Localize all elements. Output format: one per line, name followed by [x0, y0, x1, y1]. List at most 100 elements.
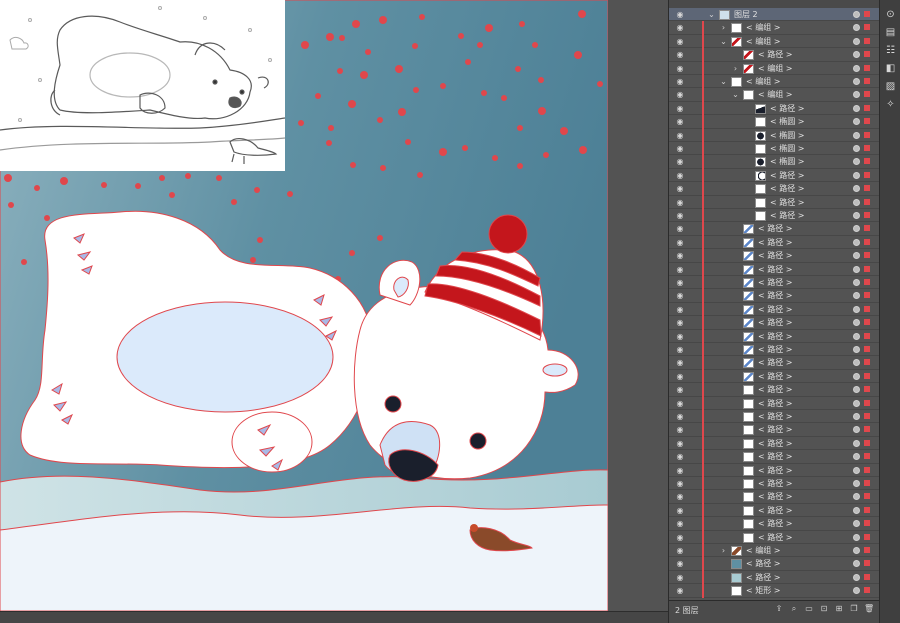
layer-row[interactable]: ◉ < 路径 >	[669, 329, 880, 344]
target-circle-icon[interactable]	[853, 439, 860, 447]
eye-icon[interactable]: ◉	[675, 90, 685, 99]
target-circle-icon[interactable]	[853, 466, 860, 474]
layer-name[interactable]: < 编组 >	[758, 88, 793, 101]
eye-icon[interactable]: ◉	[675, 412, 685, 421]
layer-name[interactable]: 图层 2	[734, 8, 758, 21]
export-icon[interactable]: ⇪	[774, 604, 784, 614]
target-circle-icon[interactable]	[853, 426, 860, 434]
lock-toggle[interactable]	[689, 249, 699, 262]
layer-name[interactable]: < 路径 >	[770, 209, 805, 222]
eye-icon[interactable]: ◉	[675, 265, 685, 274]
layer-row[interactable]: ◉ < 路径 >	[669, 557, 880, 572]
lock-toggle[interactable]	[689, 62, 699, 75]
lock-toggle[interactable]	[689, 571, 699, 584]
selection-indicator[interactable]	[864, 305, 870, 312]
selection-indicator[interactable]	[864, 292, 870, 299]
layer-row[interactable]: ◉ < 路径 >	[669, 101, 880, 116]
selection-indicator[interactable]	[864, 399, 870, 406]
eye-icon[interactable]: ◉	[675, 224, 685, 233]
layer-name[interactable]: < 路径 >	[770, 102, 805, 115]
target-circle-icon[interactable]	[853, 533, 860, 541]
layer-name[interactable]: < 路径 >	[770, 182, 805, 195]
chevron-down-icon[interactable]: ⌄	[719, 36, 728, 47]
eye-icon[interactable]: ◉	[675, 37, 685, 46]
selection-indicator[interactable]	[864, 225, 870, 232]
lock-toggle[interactable]	[689, 155, 699, 168]
layer-row[interactable]: ◉ < 路径 >	[669, 276, 880, 290]
target-circle-icon[interactable]	[853, 399, 860, 407]
lock-toggle[interactable]	[689, 343, 699, 356]
layer-row[interactable]: ◉ < 路径 >	[669, 222, 880, 237]
lock-toggle[interactable]	[689, 437, 699, 450]
selection-indicator[interactable]	[864, 252, 870, 259]
lock-toggle[interactable]	[689, 531, 699, 544]
layer-name[interactable]: < 路径 >	[746, 571, 781, 584]
lock-toggle[interactable]	[689, 222, 699, 235]
lock-toggle[interactable]	[689, 289, 699, 302]
eye-icon[interactable]: ◉	[675, 184, 685, 193]
eye-icon[interactable]: ◉	[675, 77, 685, 86]
layer-row[interactable]: ◉ › < 编组 >	[669, 544, 880, 558]
lock-toggle[interactable]	[689, 410, 699, 423]
target-circle-icon[interactable]	[853, 91, 860, 99]
lock-toggle[interactable]	[689, 209, 699, 222]
layer-name[interactable]: < 路径 >	[758, 423, 793, 436]
target-circle-icon[interactable]	[853, 185, 860, 193]
target-circle-icon[interactable]	[853, 104, 860, 112]
lock-toggle[interactable]	[689, 477, 699, 490]
target-circle-icon[interactable]	[853, 158, 860, 166]
eye-icon[interactable]: ◉	[675, 439, 685, 448]
target-circle-icon[interactable]	[853, 506, 860, 514]
eye-icon[interactable]: ◉	[675, 64, 685, 73]
eye-icon[interactable]: ◉	[675, 104, 685, 113]
selection-indicator[interactable]	[864, 185, 870, 192]
lock-toggle[interactable]	[689, 490, 699, 503]
lock-toggle[interactable]	[689, 102, 699, 115]
layer-name[interactable]: < 路径 >	[770, 196, 805, 209]
target-circle-icon[interactable]	[853, 24, 860, 32]
chevron-right-icon[interactable]: ›	[719, 545, 728, 556]
eye-icon[interactable]: ◉	[675, 251, 685, 260]
selection-indicator[interactable]	[864, 37, 870, 44]
layer-row[interactable]: ◉ < 路径 >	[669, 262, 880, 277]
selection-indicator[interactable]	[864, 560, 870, 567]
lock-toggle[interactable]	[689, 129, 699, 142]
chevron-down-icon[interactable]: ⌄	[707, 9, 716, 20]
lock-toggle[interactable]	[689, 236, 699, 249]
lock-toggle[interactable]	[689, 8, 699, 21]
layer-name[interactable]: < 编组 >	[746, 35, 781, 48]
layer-row[interactable]: ◉ < 路径 >	[669, 490, 880, 505]
target-circle-icon[interactable]	[853, 131, 860, 139]
lock-toggle[interactable]	[689, 169, 699, 182]
eye-icon[interactable]: ◉	[675, 372, 685, 381]
layer-name[interactable]: < 路径 >	[758, 370, 793, 383]
layer-row[interactable]: ◉ < 路径 >	[669, 463, 880, 478]
target-circle-icon[interactable]	[853, 453, 860, 461]
layer-name[interactable]: < 路径 >	[758, 477, 793, 490]
lock-toggle[interactable]	[689, 544, 699, 557]
target-circle-icon[interactable]	[853, 359, 860, 367]
layer-row[interactable]: ◉ < 路径 >	[669, 410, 880, 424]
layer-row[interactable]: ◉ < 路径 >	[669, 235, 880, 250]
layer-row[interactable]: ◉ < 路径 >	[669, 530, 880, 545]
eye-icon[interactable]: ◉	[675, 559, 685, 568]
eye-icon[interactable]: ◉	[675, 345, 685, 354]
lock-toggle[interactable]	[689, 21, 699, 34]
eye-icon[interactable]: ◉	[675, 479, 685, 488]
layer-name[interactable]: < 路径 >	[758, 383, 793, 396]
selection-indicator[interactable]	[864, 104, 870, 111]
bear-belly[interactable]	[116, 301, 334, 413]
duplicate-icon[interactable]: ❐	[849, 604, 859, 614]
chevron-down-icon[interactable]: ⌄	[719, 76, 728, 87]
eye-icon[interactable]: ◉	[675, 305, 685, 314]
target-circle-icon[interactable]	[853, 225, 860, 233]
selection-indicator[interactable]	[864, 212, 870, 218]
bear-eye-left[interactable]	[384, 395, 402, 413]
eye-icon[interactable]: ◉	[675, 157, 685, 166]
selection-indicator[interactable]	[864, 332, 870, 339]
lock-toggle[interactable]	[689, 557, 699, 570]
eye-icon[interactable]: ◉	[675, 533, 685, 542]
swatches-icon[interactable]: ▤	[884, 26, 897, 39]
layer-row[interactable]: ◉ < 路径 >	[669, 195, 880, 210]
selection-indicator[interactable]	[864, 587, 870, 594]
